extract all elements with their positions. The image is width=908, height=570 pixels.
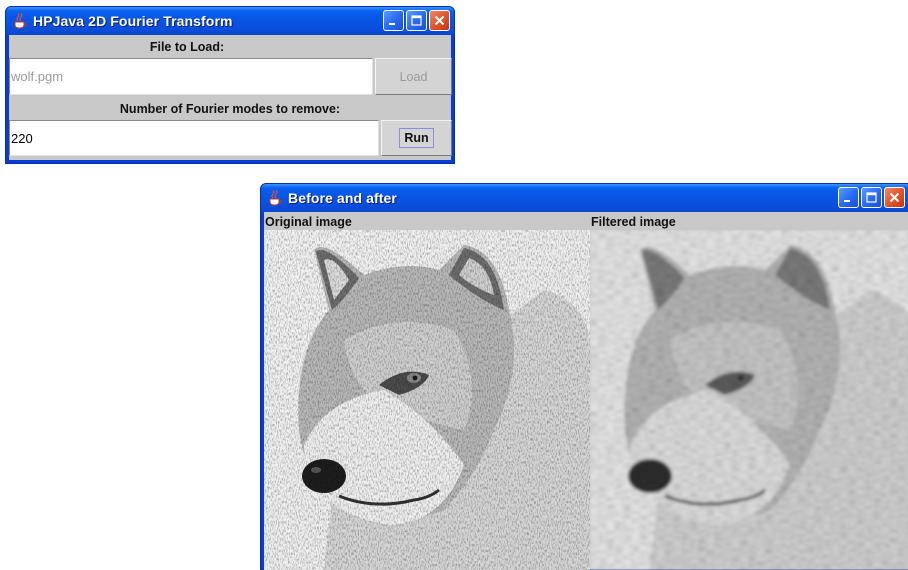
load-button[interactable]: Load [375,58,452,95]
fourier-window-controls [383,10,450,31]
minimize-icon [844,200,850,202]
run-button[interactable]: Run [381,120,452,156]
before-after-window: Before and after Original image Filtered… [260,183,908,570]
before-after-titlebar[interactable]: Before and after [261,184,908,212]
original-wolf-image [264,230,590,570]
fourier-modes-label: Number of Fourier modes to remove: [119,102,341,116]
fourier-window-title: HPJava 2D Fourier Transform [33,13,233,29]
file-path-input[interactable]: wolf.pgm [9,58,373,95]
before-after-title: Before and after [288,190,397,206]
minimize-icon [389,23,395,25]
close-button[interactable] [884,187,905,208]
minimize-button[interactable] [383,10,404,31]
original-image-label: Original image [265,214,352,229]
minimize-button[interactable] [838,187,859,208]
fourier-modes-input[interactable]: 220 [9,120,379,156]
wolf-photo-filtered [590,230,908,570]
before-after-content: Original image Filtered image [264,212,908,570]
maximize-button[interactable] [406,10,427,31]
filtered-image-label: Filtered image [591,214,676,229]
java-cup-icon [269,190,282,206]
before-after-controls [838,187,905,208]
filtered-wolf-image [590,230,908,570]
run-button-label: Run [399,128,434,148]
close-icon [434,15,445,26]
wolf-drawing-filtered [590,230,908,570]
maximize-icon [866,192,877,203]
maximize-icon [411,15,422,26]
fourier-window-titlebar[interactable]: HPJava 2D Fourier Transform [6,7,454,35]
fourier-transform-window: HPJava 2D Fourier Transform File to Load… [5,6,455,164]
fourier-window-content: File to Load: wolf.pgm Load Number of Fo… [9,35,452,160]
maximize-button[interactable] [861,187,882,208]
file-to-load-label: File to Load: [149,40,225,54]
close-icon [889,192,900,203]
close-button[interactable] [429,10,450,31]
wolf-photo-original [264,230,590,570]
java-cup-icon [14,13,27,29]
wolf-drawing [264,230,590,570]
